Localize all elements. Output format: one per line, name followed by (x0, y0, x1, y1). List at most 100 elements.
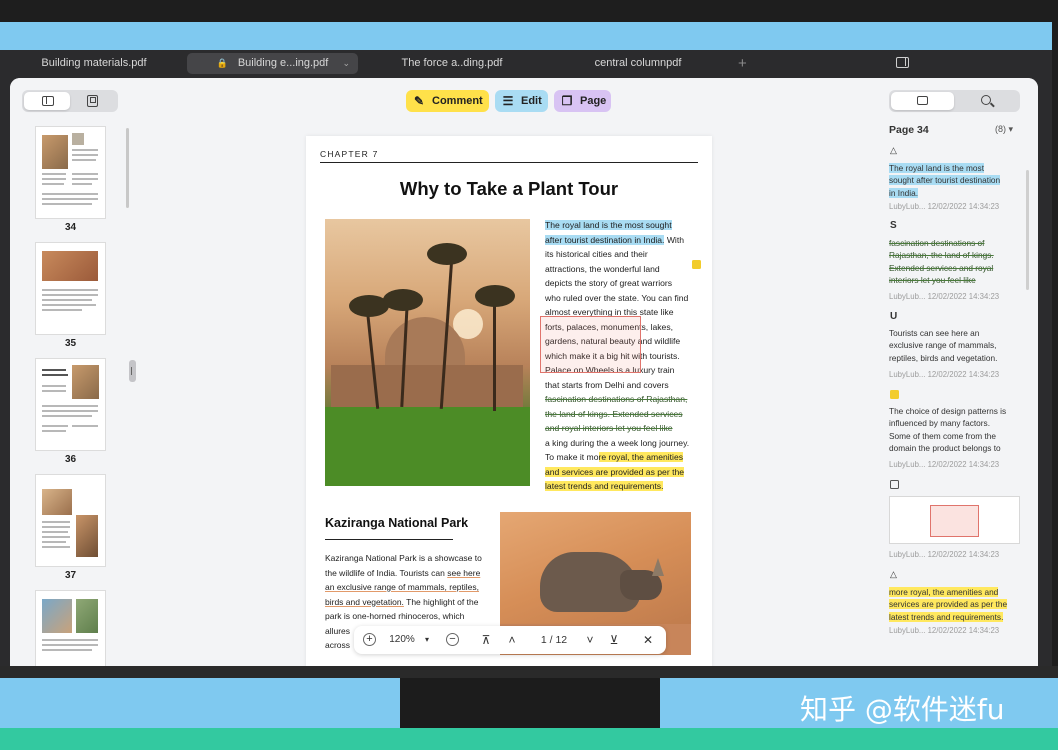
comments-list-button[interactable] (891, 92, 954, 110)
highlighted-text[interactable]: and services are provided as per the (545, 466, 685, 477)
annotation-item[interactable]: The choice of design patterns is influen… (889, 405, 1021, 455)
watermark: 知乎 @软件迷fu (800, 693, 1005, 726)
highlight-icon: △ (890, 145, 897, 155)
tomb-photo (325, 219, 530, 486)
tab-label: Building e...ing.pdf (237, 57, 329, 69)
zoom-out-icon[interactable]: − (446, 633, 459, 646)
monitor-bezel-bottom (0, 666, 1058, 678)
annotation-count[interactable]: (8) ▾ (995, 124, 1013, 135)
monitor-bezel-top (0, 0, 1058, 22)
highlighted-text[interactable]: The royal land is the most sought (545, 220, 672, 230)
annotation-text: The choice of design patterns is (889, 406, 1007, 416)
previous-page-icon[interactable]: ˄ (504, 626, 520, 654)
pages-icon: ❐ (561, 94, 573, 108)
edit-mode-button[interactable]: ☰ Edit (495, 90, 548, 112)
annotation-text: latest trends and requirements. (889, 611, 1004, 622)
page-thumbnail[interactable] (36, 475, 105, 566)
annotation-meta: LubyLub... 12/02/2022 14:34:23 (889, 370, 1000, 379)
tab-label: Building materials.pdf (41, 57, 147, 69)
section-rule (325, 539, 453, 540)
underlined-text[interactable]: see here (447, 568, 480, 578)
text-line: its historical cities and their (545, 249, 648, 259)
thumbnails-view-button[interactable] (24, 92, 70, 110)
annotation-meta: LubyLub... 12/02/2022 14:34:23 (889, 550, 1000, 559)
sticky-note-icon[interactable] (692, 260, 701, 269)
highlighted-text[interactable]: re royal, the amenities (598, 452, 684, 462)
right-panel-toggle-icon[interactable] (896, 57, 909, 68)
chapter-rule (320, 162, 698, 163)
annotation-item[interactable]: fascination destinations of Rajasthan, t… (889, 237, 1021, 287)
zoom-level[interactable]: 120% (384, 626, 420, 654)
highlight-icon: △ (890, 569, 897, 579)
sidebar-collapse-handle[interactable] (129, 360, 136, 382)
rectangle-icon (890, 480, 899, 489)
text-line: park is one-horned rhinoceros, which (325, 611, 465, 621)
close-icon[interactable]: ✕ (640, 626, 656, 654)
tab-building-materials[interactable]: Building materials.pdf (20, 53, 168, 74)
annotation-text: in India. (889, 187, 919, 198)
bookmarks-view-button[interactable] (70, 92, 116, 110)
tab-label: The force a..ding.pdf (401, 57, 503, 69)
annotation-text: reptiles, birds and vegetation. (889, 352, 998, 363)
sidebar-scrollbar[interactable] (126, 128, 129, 208)
comment-mode-button[interactable]: ✎ Comment (406, 90, 489, 112)
page-thumbnail[interactable] (36, 359, 105, 450)
annotation-text: interiors let you feel like (889, 275, 976, 286)
underlined-text[interactable]: an exclusive range of mammals, reptiles, (325, 582, 479, 592)
document-page: CHAPTER 7 Why to Take a Plant Tour The r… (306, 136, 712, 668)
tab-central-column[interactable]: central columnpdf (562, 53, 714, 74)
zoom-dropdown-icon[interactable]: ▾ (422, 626, 432, 654)
annotation-text: The royal land is the most (889, 163, 984, 173)
highlighted-text[interactable]: after tourist destination in India. (545, 234, 665, 245)
page-indicator[interactable]: 1 / 12 (532, 626, 576, 654)
sidebar-view-switch (22, 90, 118, 112)
rectangle-annotation-preview[interactable] (889, 496, 1020, 544)
lock-icon: 🔒 (216, 58, 228, 68)
first-page-icon[interactable]: ⊼ (478, 626, 494, 654)
panel-view-switch (889, 90, 1020, 112)
strikethrough-text[interactable]: and royal interiors let you feel like (545, 423, 673, 433)
tab-building-e-ing[interactable]: 🔒 Building e...ing.pdf ⌄ (187, 53, 358, 74)
page-navigation-bar: + 120% ▾ − ⊼ ˄ 1 / 12 ˅ ⊻ ✕ (354, 626, 666, 654)
underlined-text[interactable]: birds and vegetation. (325, 597, 404, 607)
search-button[interactable] (955, 92, 1018, 110)
panel-scrollbar[interactable] (1026, 170, 1029, 290)
sidebar-icon (42, 96, 54, 106)
strikethrough-text[interactable]: fascination destinations of Rajasthan, (545, 394, 687, 404)
rectangle-annotation[interactable] (540, 316, 641, 373)
highlighter-icon: ✎ (413, 94, 425, 108)
page-thumbnail[interactable] (36, 127, 105, 218)
annotation-text: sought after tourist destination (889, 175, 1001, 186)
new-tab-icon[interactable]: + (738, 53, 747, 74)
tab-the-force[interactable]: The force a..ding.pdf (378, 53, 526, 74)
chapter-label: CHAPTER 7 (320, 149, 379, 159)
annotation-item[interactable]: The royal land is the most sought after … (889, 162, 1021, 199)
annotations-panel: Page 34 (8) ▾ △ The royal land is the mo… (876, 78, 1038, 668)
page-title: Why to Take a Plant Tour (399, 178, 619, 199)
annotation-text: domain the product belongs to (889, 443, 1001, 454)
page-label: Page (580, 95, 607, 107)
text-run: The highlight of the (403, 596, 479, 607)
comment-icon (917, 96, 928, 105)
annotation-meta: LubyLub... 12/02/2022 14:34:23 (889, 202, 1000, 211)
zoom-in-icon[interactable]: + (363, 633, 376, 646)
annotation-text: services are provided as per the (889, 599, 1008, 610)
strikethrough-text[interactable]: the land of kings. Extended services (545, 409, 683, 419)
text-run: the wildlife of India. Tourists can (325, 567, 448, 578)
last-page-icon[interactable]: ⊻ (606, 626, 622, 654)
next-page-icon[interactable]: ˅ (582, 626, 598, 654)
sticky-note-icon (890, 390, 899, 399)
page-thumbnail[interactable] (36, 591, 105, 668)
annotation-meta: LubyLub... 12/02/2022 14:34:23 (889, 626, 1000, 635)
highlighted-text[interactable]: latest trends and requirements. (545, 481, 664, 491)
bookmark-icon (87, 95, 98, 107)
text-line: depicts the story of great warriors (545, 278, 673, 288)
thumbnail-page-number: 34 (64, 222, 77, 233)
text-line: Kaziranga National Park is a showcase to (325, 553, 482, 563)
page-thumbnail[interactable] (36, 243, 105, 334)
page-mode-button[interactable]: ❐ Page (554, 90, 611, 112)
annotation-text: Some of them come from the (889, 430, 996, 441)
chevron-down-icon[interactable]: ⌄ (342, 53, 350, 74)
annotation-item[interactable]: more royal, the amenities and services a… (889, 586, 1021, 623)
annotation-item[interactable]: Tourists can see here an exclusive range… (889, 327, 1021, 364)
